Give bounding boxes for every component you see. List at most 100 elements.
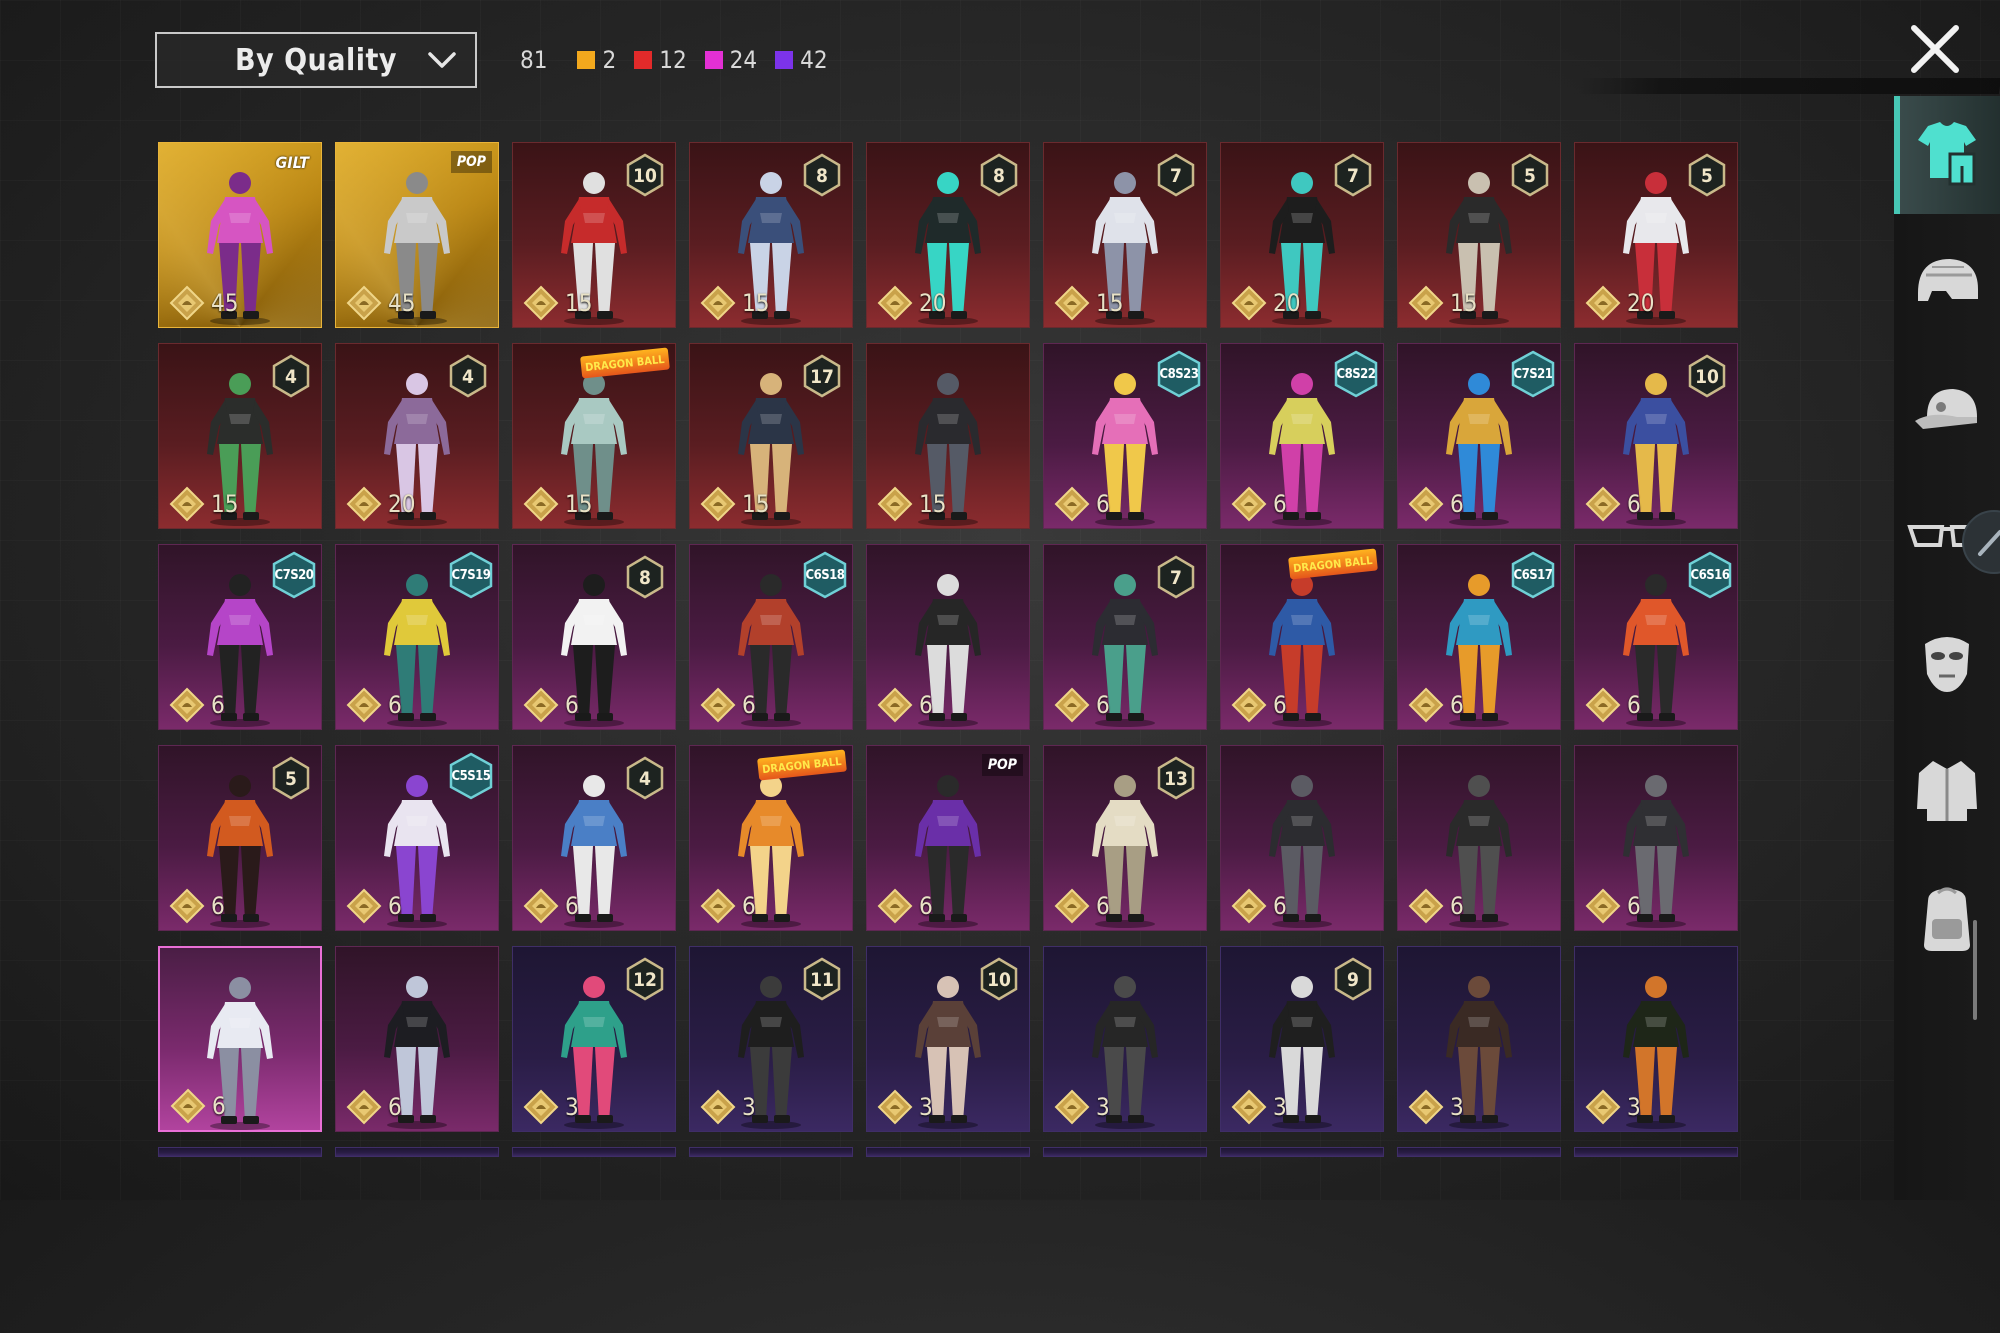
coin-icon <box>523 687 559 723</box>
outfit-card-partial[interactable] <box>689 1147 853 1157</box>
outfit-card[interactable]: 6 <box>335 946 499 1132</box>
outfit-card[interactable]: 7 20 <box>1220 142 1384 328</box>
outfit-card-partial[interactable] <box>866 1147 1030 1157</box>
outfit-card[interactable]: C5S15 6 <box>335 745 499 931</box>
outfit-card[interactable]: 6 <box>866 544 1030 730</box>
outfit-card-partial[interactable] <box>1574 1147 1738 1157</box>
outfit-card[interactable]: C8S23 6 <box>1043 343 1207 529</box>
outfit-card[interactable]: 56 <box>158 745 322 931</box>
pencil-icon <box>1978 530 2000 556</box>
outfit-card[interactable]: 12 3 <box>512 946 676 1132</box>
outfit-card[interactable]: C8S22 6 <box>1220 343 1384 529</box>
purple-quality-swatch <box>775 51 794 69</box>
cost-value: 6 <box>1096 892 1110 920</box>
item-cost: 3 <box>1231 1089 1287 1125</box>
cost-value: 6 <box>1273 691 1287 719</box>
outfit-card[interactable]: 11 3 <box>689 946 853 1132</box>
outfit-card[interactable]: 5 20 <box>1574 142 1738 328</box>
outfit-card[interactable]: 3 <box>1574 946 1738 1132</box>
category-backpack-tab[interactable] <box>1894 860 2000 978</box>
coin-icon <box>346 285 382 321</box>
outfit-card[interactable]: 13 6 <box>1043 745 1207 931</box>
outfit-card[interactable]: 6 <box>1397 745 1561 931</box>
outfit-card[interactable]: POP 6 <box>866 745 1030 931</box>
level-number: 13 <box>1164 767 1188 790</box>
category-jacket-tab[interactable] <box>1894 732 2000 850</box>
level-number: 8 <box>816 164 828 187</box>
sort-dropdown[interactable]: By Quality <box>155 32 477 88</box>
outfit-card[interactable]: 7 15 <box>1043 142 1207 328</box>
outfit-card[interactable]: C6S16 6 <box>1574 544 1738 730</box>
outfit-card[interactable]: 10 15 <box>512 142 676 328</box>
outfit-card-partial[interactable] <box>1220 1147 1384 1157</box>
outfit-card[interactable]: 4 20 <box>335 343 499 529</box>
level-number: 4 <box>285 365 297 388</box>
item-cost: 6 <box>1408 888 1464 924</box>
outfit-card[interactable]: 8 20 <box>866 142 1030 328</box>
outfit-card[interactable]: 93 <box>1220 946 1384 1132</box>
quality-count-gold: 2 <box>577 46 616 74</box>
season-label: C7S20 <box>274 567 314 583</box>
outfit-card[interactable]: 3 <box>1043 946 1207 1132</box>
outfit-card[interactable]: 8 15 <box>689 142 853 328</box>
item-cost: 6 <box>346 888 402 924</box>
season-label: C6S17 <box>1513 567 1553 583</box>
outfit-card[interactable]: DRAGON BALL 15 <box>512 343 676 529</box>
item-cost: 15 <box>700 285 769 321</box>
season-badge: C5S15 <box>448 752 494 800</box>
outfit-card[interactable]: C7S19 6 <box>335 544 499 730</box>
coin-icon <box>346 1089 382 1125</box>
cost-value: 6 <box>919 691 933 719</box>
category-helmet-tab[interactable] <box>1894 224 2000 342</box>
outfit-card[interactable]: 76 <box>1043 544 1207 730</box>
cost-value: 15 <box>919 490 947 518</box>
level-badge: 10 <box>625 153 665 197</box>
outfit-card[interactable]: DRAGON BALL 6 <box>689 745 853 931</box>
item-cost: 6 <box>523 687 579 723</box>
outfit-card-partial[interactable] <box>512 1147 676 1157</box>
outfit-card[interactable]: 3 <box>1397 946 1561 1132</box>
cost-value: 15 <box>211 490 239 518</box>
outfit-card[interactable]: DRAGON BALL 6 <box>1220 544 1384 730</box>
outfit-card[interactable]: C7S21 6 <box>1397 343 1561 529</box>
quality-count-red: 12 <box>634 46 687 74</box>
level-badge: 4 <box>271 354 311 398</box>
outfit-card[interactable]: 10 3 <box>866 946 1030 1132</box>
outfit-card[interactable]: 6 <box>158 946 322 1132</box>
close-icon[interactable] <box>1908 22 1962 76</box>
outfit-card[interactable]: 4 15 <box>158 343 322 529</box>
cost-value: 6 <box>1627 691 1641 719</box>
outfit-card-partial[interactable] <box>1043 1147 1207 1157</box>
outfit-card[interactable]: C6S17 6 <box>1397 544 1561 730</box>
outfit-card[interactable]: GILT 45 <box>158 142 322 328</box>
coin-icon <box>1408 687 1444 723</box>
coin-icon <box>700 687 736 723</box>
outfit-card[interactable]: 6 <box>1574 745 1738 931</box>
edit-button[interactable] <box>1962 510 2000 574</box>
outfit-card[interactable]: C7S20 6 <box>158 544 322 730</box>
outfit-card[interactable]: 86 <box>512 544 676 730</box>
outfit-card[interactable]: 15 <box>866 343 1030 529</box>
outfit-card[interactable]: 6 <box>1220 745 1384 931</box>
item-cost: 45 <box>346 285 415 321</box>
level-badge: 5 <box>271 756 311 800</box>
item-cost: 45 <box>169 285 238 321</box>
outfit-card[interactable]: 10 6 <box>1574 343 1738 529</box>
category-outfit-tab[interactable] <box>1894 96 2000 214</box>
category-hat-tab[interactable] <box>1894 352 2000 470</box>
outfit-card-partial[interactable] <box>158 1147 322 1157</box>
outfit-card-partial[interactable] <box>335 1147 499 1157</box>
outfit-card[interactable]: 46 <box>512 745 676 931</box>
outfit-card[interactable]: 5 15 <box>1397 142 1561 328</box>
level-badge: 11 <box>802 957 842 1001</box>
category-mask-tab[interactable] <box>1894 604 2000 722</box>
item-cost: 20 <box>877 285 946 321</box>
category-scrollbar[interactable] <box>1973 920 1977 1020</box>
outfit-card[interactable]: POP 45 <box>335 142 499 328</box>
level-number: 12 <box>633 968 657 991</box>
item-cost: 6 <box>1408 687 1464 723</box>
outfit-card-partial[interactable] <box>1397 1147 1561 1157</box>
outfit-card[interactable]: 17 15 <box>689 343 853 529</box>
coin-icon <box>169 285 205 321</box>
outfit-card[interactable]: C6S18 6 <box>689 544 853 730</box>
